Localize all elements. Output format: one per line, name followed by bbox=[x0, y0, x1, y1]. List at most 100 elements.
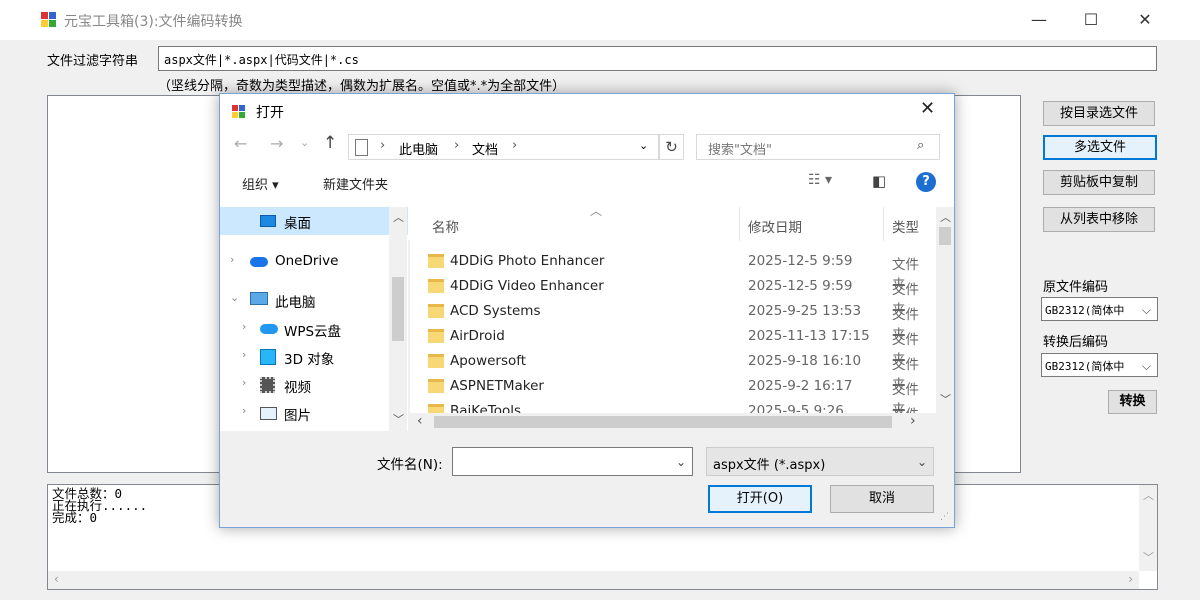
log-horizontal-scrollbar[interactable]: ‹ › bbox=[48, 571, 1139, 589]
dialog-title: 打开 bbox=[256, 105, 284, 121]
chevron-right-icon[interactable]: › bbox=[242, 348, 246, 361]
cloud-icon bbox=[260, 324, 278, 334]
column-date[interactable]: 修改日期 bbox=[748, 216, 802, 236]
chevron-right-icon[interactable]: › bbox=[242, 320, 246, 333]
chevron-down-icon: ﹀ bbox=[1143, 551, 1154, 564]
chevron-down-icon: ⌄ bbox=[916, 455, 927, 469]
chevron-down-icon[interactable]: ⌄ bbox=[676, 455, 686, 469]
file-row[interactable]: ASPNETMaker 2025-9-2 16:17 文件夹 bbox=[410, 375, 930, 418]
chevron-up-icon: ︿ bbox=[393, 211, 404, 224]
tree-item-wps-cloud[interactable]: › WPS云盘 bbox=[220, 315, 408, 343]
breadcrumb-documents[interactable]: 文档 bbox=[472, 139, 498, 158]
target-encoding-label: 转换后编码 bbox=[1043, 335, 1109, 350]
scrollbar-thumb[interactable] bbox=[434, 416, 892, 428]
chevron-down-icon[interactable]: ⌄ bbox=[230, 291, 239, 304]
address-bar[interactable]: › 此电脑 › 文档 › ⌄ bbox=[348, 134, 659, 160]
filetype-select[interactable]: aspx文件 (*.aspx) ⌄ bbox=[706, 447, 934, 476]
file-list-vertical-scrollbar[interactable]: ︿ ﹀ bbox=[936, 207, 954, 413]
filter-label: 文件过滤字符串 bbox=[47, 54, 139, 69]
target-encoding-select[interactable]: GB2312(简体中 ⌵ bbox=[1041, 353, 1158, 377]
column-divider[interactable] bbox=[883, 207, 884, 241]
dialog-close-button[interactable]: ✕ bbox=[920, 98, 935, 119]
target-encoding-value: GB2312(简体中 bbox=[1045, 360, 1125, 373]
file-row[interactable]: 4DDiG Photo Enhancer 2025-12-5 9:59 文件夹 bbox=[410, 250, 930, 293]
log-vertical-scrollbar[interactable]: ︿ ﹀ bbox=[1139, 485, 1157, 571]
app-icon bbox=[41, 12, 57, 28]
chevron-right-icon[interactable]: › bbox=[242, 376, 246, 389]
search-input[interactable]: 搜索"文档" ⌕ bbox=[696, 134, 940, 160]
chevron-right-icon[interactable]: › bbox=[230, 253, 234, 266]
preview-pane-icon[interactable]: ◧ bbox=[872, 172, 886, 190]
source-encoding-select[interactable]: GB2312(简体中 ⌵ bbox=[1041, 297, 1158, 321]
chevron-left-icon: ‹ bbox=[54, 572, 59, 586]
open-button[interactable]: 打开(O) bbox=[708, 485, 812, 513]
chevron-right-icon: › bbox=[910, 413, 916, 429]
folder-icon bbox=[428, 379, 444, 393]
remove-from-list-button[interactable]: 从列表中移除 bbox=[1043, 207, 1155, 232]
file-list-horizontal-scrollbar[interactable]: ‹ › bbox=[410, 413, 954, 431]
tree-item-videos[interactable]: › 视频 bbox=[220, 371, 408, 399]
source-encoding-value: GB2312(简体中 bbox=[1045, 304, 1125, 317]
maximize-button[interactable]: ☐ bbox=[1068, 6, 1114, 34]
file-row[interactable]: 4DDiG Video Enhancer 2025-12-5 9:59 文件夹 bbox=[410, 275, 930, 318]
filename-input[interactable]: ⌄ bbox=[452, 447, 693, 476]
computer-icon bbox=[250, 292, 268, 305]
film-icon bbox=[260, 377, 275, 393]
file-row[interactable]: Apowersoft 2025-9-18 16:10 文件夹 bbox=[410, 350, 930, 393]
filter-hint: （坚线分隔，奇数为类型描述，偶数为扩展名。空值或*.*为全部文件） bbox=[158, 79, 566, 94]
refresh-button[interactable]: ↻ bbox=[659, 134, 684, 160]
file-row[interactable]: AirDroid 2025-11-13 17:15 文件夹 bbox=[410, 325, 930, 368]
filter-value: aspx文件|*.aspx|代码文件|*.cs bbox=[164, 53, 359, 67]
breadcrumb-this-pc[interactable]: 此电脑 bbox=[399, 139, 438, 158]
clipboard-copy-button[interactable]: 剪贴板中复制 bbox=[1043, 170, 1155, 195]
folder-icon bbox=[428, 329, 444, 343]
chevron-down-icon[interactable]: ⌄ bbox=[639, 139, 648, 152]
column-divider[interactable] bbox=[739, 207, 740, 241]
scrollbar-thumb[interactable] bbox=[392, 277, 404, 341]
source-encoding-label: 原文件编码 bbox=[1043, 280, 1109, 295]
help-icon[interactable]: ? bbox=[916, 172, 936, 192]
tree-item-this-pc[interactable]: ⌄ 此电脑 bbox=[220, 286, 408, 314]
navigation-scrollbar[interactable]: ︿ ﹀ bbox=[389, 207, 407, 431]
chevron-down-icon: ﹀ bbox=[393, 413, 404, 426]
picture-icon bbox=[260, 407, 277, 420]
filetype-value: aspx文件 (*.aspx) bbox=[713, 458, 826, 473]
up-folder-icon[interactable]: ↑ bbox=[323, 133, 337, 153]
tree-item-desktop[interactable]: 桌面 bbox=[220, 207, 408, 235]
view-options-icon[interactable]: ☷ ▾ bbox=[808, 172, 832, 188]
select-by-directory-button[interactable]: 按目录选文件 bbox=[1043, 101, 1155, 126]
breadcrumb-separator: › bbox=[380, 138, 386, 153]
cube-icon bbox=[260, 349, 276, 365]
navigation-pane[interactable]: 桌面 › OneDrive ⌄ 此电脑 › WPS云盘 › 3D 对象 › 视频 bbox=[220, 207, 408, 431]
sort-up-icon: ︿ bbox=[590, 207, 603, 218]
resize-grip[interactable]: ⋰ bbox=[940, 512, 949, 522]
minimize-button[interactable]: — bbox=[1016, 6, 1062, 34]
document-icon bbox=[355, 139, 368, 156]
column-name[interactable]: 名称 bbox=[432, 216, 459, 236]
folder-icon bbox=[428, 304, 444, 318]
filter-input[interactable]: aspx文件|*.aspx|代码文件|*.cs bbox=[158, 46, 1157, 71]
file-row[interactable]: ACD Systems 2025-9-25 13:53 文件夹 bbox=[410, 300, 930, 343]
desktop-icon bbox=[260, 215, 276, 227]
tree-item-onedrive[interactable]: › OneDrive bbox=[220, 248, 408, 276]
search-placeholder: 搜索"文档" bbox=[708, 143, 772, 158]
multi-select-button[interactable]: 多选文件 bbox=[1043, 135, 1157, 160]
log-line-done: 完成：0 bbox=[52, 510, 98, 525]
convert-button[interactable]: 转换 bbox=[1108, 390, 1157, 414]
open-file-dialog: 打开 ✕ ← → ⌄ ↑ › 此电脑 › 文档 › ⌄ ↻ 搜索"文档" ⌕ 组… bbox=[219, 93, 955, 528]
tree-item-pictures[interactable]: › 图片 bbox=[220, 399, 408, 427]
recent-dropdown-icon[interactable]: ⌄ bbox=[300, 136, 309, 149]
chevron-right-icon[interactable]: › bbox=[242, 404, 246, 417]
file-list-pane[interactable]: ︿ 名称 修改日期 类型 4DDiG Photo Enhancer 2025-1… bbox=[410, 207, 954, 431]
cloud-icon bbox=[250, 257, 268, 267]
new-folder-button[interactable]: 新建文件夹 bbox=[323, 174, 388, 193]
scrollbar-thumb[interactable] bbox=[939, 227, 951, 245]
back-icon[interactable]: ← bbox=[234, 134, 247, 153]
column-type[interactable]: 类型 bbox=[892, 216, 919, 236]
cancel-button[interactable]: 取消 bbox=[830, 485, 934, 513]
organize-menu[interactable]: 组织 ▾ bbox=[242, 174, 279, 193]
tree-item-3d-objects[interactable]: › 3D 对象 bbox=[220, 343, 408, 371]
forward-icon[interactable]: → bbox=[270, 134, 283, 153]
chevron-down-icon: ⌵ bbox=[1139, 359, 1151, 374]
close-button[interactable]: ✕ bbox=[1122, 6, 1168, 34]
